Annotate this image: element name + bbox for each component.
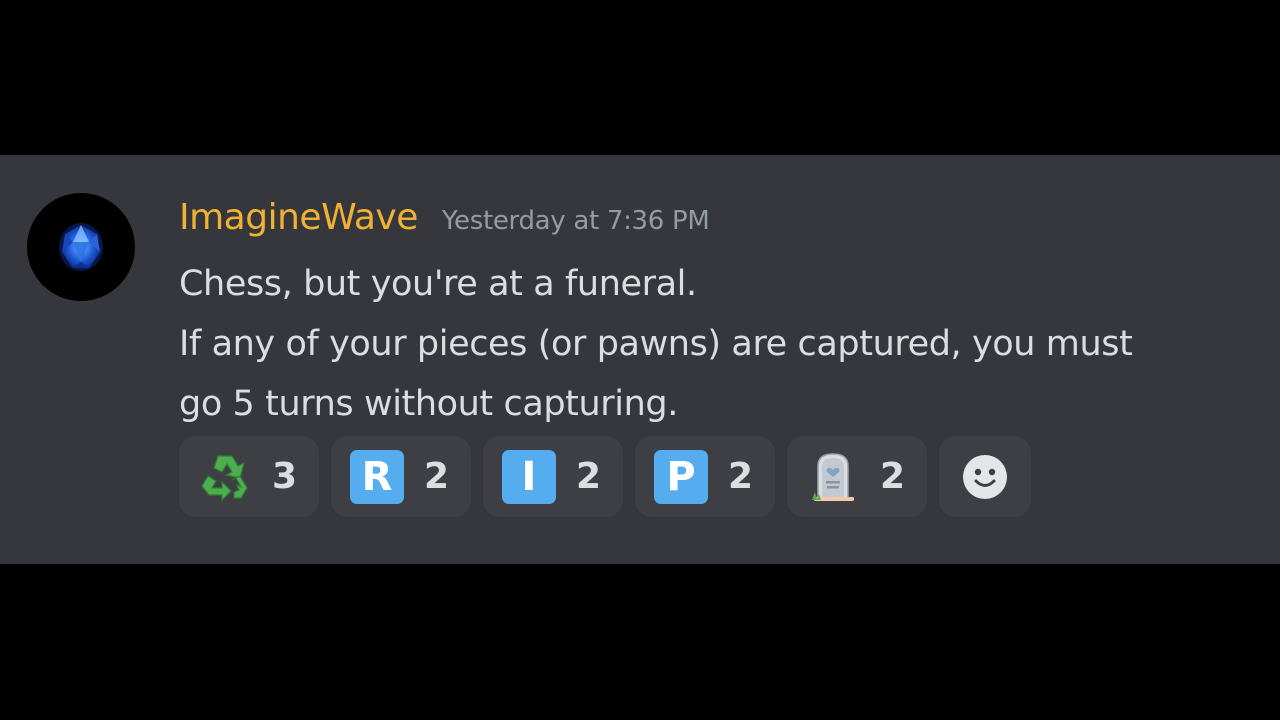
message-panel: ImagineWave Yesterday at 7:36 PM Chess, …	[0, 155, 1280, 564]
message-content: Chess, but you're at a funeral. If any o…	[179, 254, 1239, 434]
message-line: If any of your pieces (or pawns) are cap…	[179, 324, 1133, 364]
message-header: ImagineWave Yesterday at 7:36 PM	[179, 195, 710, 241]
reaction-count: 2	[728, 456, 753, 497]
letter-tile: I	[502, 449, 556, 504]
reaction-p[interactable]: P 2	[635, 436, 775, 517]
regional-indicator-p-icon: P	[654, 449, 708, 504]
recycle-icon	[198, 450, 252, 504]
reactions-bar: 3 R 2 I 2 P 2 2	[179, 436, 1031, 517]
blue-gem-icon	[59, 223, 103, 271]
reaction-r[interactable]: R 2	[331, 436, 471, 517]
message-line: Chess, but you're at a funeral.	[179, 264, 697, 304]
reaction-recycle[interactable]: 3	[179, 436, 319, 517]
reaction-count: 2	[576, 456, 601, 497]
reaction-count: 2	[880, 456, 905, 497]
add-reaction-smiley-icon	[963, 454, 1007, 499]
message-line: go 5 turns without capturing.	[179, 384, 678, 424]
reaction-count: 2	[424, 456, 449, 497]
letter-tile: R	[350, 449, 404, 504]
reaction-i[interactable]: I 2	[483, 436, 623, 517]
username[interactable]: ImagineWave	[179, 195, 418, 241]
regional-indicator-r-icon: R	[350, 449, 404, 504]
letter-tile: P	[654, 449, 708, 504]
add-reaction-button[interactable]	[939, 436, 1031, 517]
reaction-count: 3	[272, 456, 297, 497]
regional-indicator-i-icon: I	[502, 449, 556, 504]
timestamp[interactable]: Yesterday at 7:36 PM	[442, 198, 710, 244]
headstone-icon	[806, 450, 860, 504]
reaction-headstone[interactable]: 2	[787, 436, 927, 517]
avatar[interactable]	[27, 193, 135, 301]
